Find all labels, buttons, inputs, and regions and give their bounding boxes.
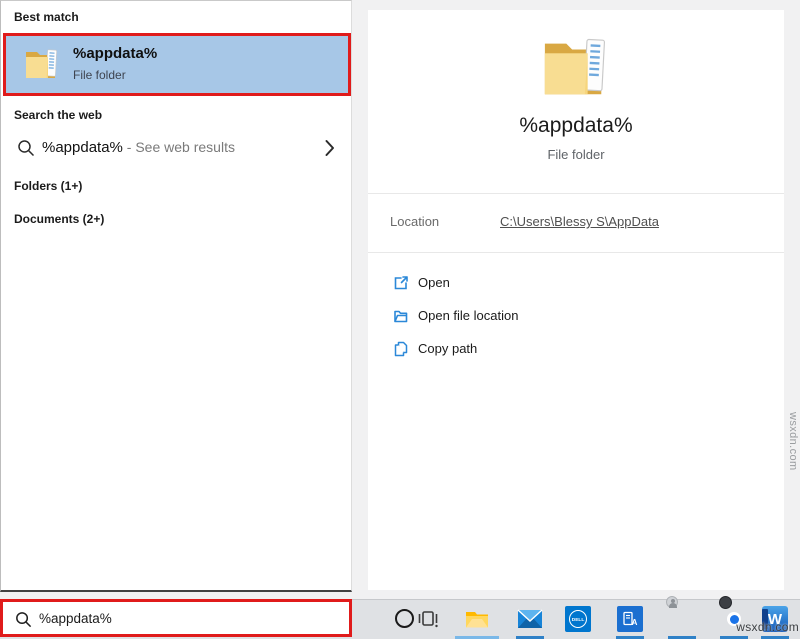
action-copy-path[interactable]: Copy path xyxy=(368,338,784,364)
search-web-header: Search the web xyxy=(14,108,102,122)
action-label: Open xyxy=(418,275,450,290)
chevron-right-icon[interactable] xyxy=(325,139,335,162)
task-view-icon[interactable] xyxy=(415,606,441,632)
open-external-icon xyxy=(392,274,410,297)
location-link[interactable]: C:\Users\Blessy S\AppData xyxy=(500,214,659,229)
copy-icon xyxy=(392,340,410,363)
search-icon xyxy=(14,610,33,634)
watermark-bottom: wsxdn.com xyxy=(736,620,799,634)
folder-location-icon xyxy=(392,307,410,330)
web-query-text: %appdata% xyxy=(42,139,123,156)
preview-subtitle: File folder xyxy=(368,147,784,162)
dell-logo-text: DELL xyxy=(572,617,585,623)
mail-icon[interactable] xyxy=(517,606,543,632)
cortana-icon[interactable] xyxy=(395,609,414,628)
windows-search-flyout: Best match %appdata% File folder Se xyxy=(0,0,800,639)
edge-icon[interactable] xyxy=(669,606,695,632)
divider xyxy=(368,193,784,194)
web-suffix-text: - See web results xyxy=(123,139,235,155)
documents-group-header[interactable]: Documents (2+) xyxy=(14,212,104,226)
search-results-panel: Best match %appdata% File folder Se xyxy=(0,0,352,592)
svg-text:A: A xyxy=(632,618,638,627)
web-search-result[interactable]: %appdata% - See web results xyxy=(1,131,353,171)
divider xyxy=(368,252,784,253)
action-open[interactable]: Open xyxy=(368,272,784,298)
action-open-file-location[interactable]: Open file location xyxy=(368,305,784,331)
folder-icon xyxy=(23,46,61,87)
document-app-icon[interactable]: A xyxy=(617,606,643,632)
preview-panel: %appdata% File folder Location C:\Users\… xyxy=(368,10,784,590)
watermark-side: wsxdn.com xyxy=(787,412,799,471)
folder-large-icon xyxy=(538,32,614,107)
best-match-title: %appdata% xyxy=(73,45,157,62)
location-label: Location xyxy=(390,214,439,229)
best-match-header: Best match xyxy=(14,10,79,24)
best-match-result[interactable]: %appdata% File folder xyxy=(3,33,351,96)
edge-profile-avatar xyxy=(666,596,678,608)
action-label: Copy path xyxy=(418,341,477,356)
folders-group-header[interactable]: Folders (1+) xyxy=(14,179,82,193)
preview-title: %appdata% xyxy=(368,114,784,138)
file-explorer-icon[interactable] xyxy=(464,606,490,632)
taskbar-search-input[interactable]: %appdata% xyxy=(0,599,352,637)
action-label: Open file location xyxy=(418,308,518,323)
dell-icon[interactable]: DELL xyxy=(565,606,591,632)
chrome-profile-avatar xyxy=(719,596,732,609)
best-match-subtitle: File folder xyxy=(73,68,126,82)
search-input-value: %appdata% xyxy=(39,611,112,626)
search-icon xyxy=(16,138,36,163)
